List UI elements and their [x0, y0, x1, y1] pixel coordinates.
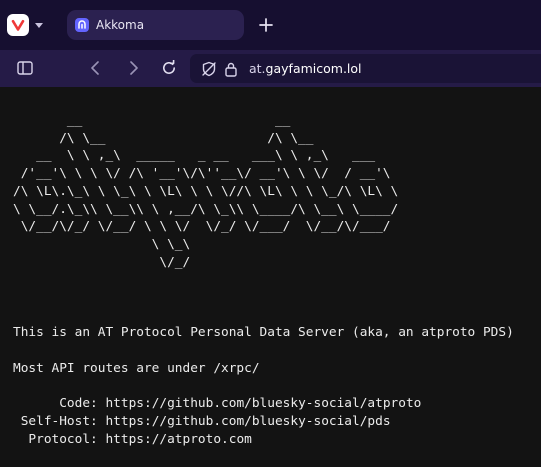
- intro-text: This is an AT Protocol Personal Data Ser…: [13, 325, 514, 341]
- shield-slash-icon: [202, 61, 216, 76]
- url-text: at.gayfamicom.lol: [249, 61, 362, 76]
- self-host-label: Self-Host:: [13, 413, 98, 429]
- tab-akkoma[interactable]: Akkoma: [67, 10, 244, 40]
- api-routes-note: Most API routes are under /xrpc/: [13, 360, 260, 376]
- tracker-blocker-button[interactable]: [200, 60, 218, 78]
- code-url: https://github.com/bluesky-social/atprot…: [105, 396, 422, 412]
- code-label: Code:: [13, 396, 98, 412]
- url-subdomain: at.: [249, 61, 266, 76]
- address-bar[interactable]: at.gayfamicom.lol: [190, 54, 541, 83]
- reload-button[interactable]: [156, 55, 182, 81]
- protocol-url: https://atproto.com: [105, 431, 252, 447]
- lock-icon: [225, 62, 237, 77]
- url-domain: gayfamicom.lol: [265, 61, 362, 76]
- protocol-label: Protocol:: [13, 431, 98, 447]
- self-host-url: https://github.com/bluesky-social/pds: [105, 413, 391, 429]
- akkoma-icon: [75, 18, 89, 32]
- tab-strip: Akkoma: [0, 0, 541, 50]
- chevron-left-icon: [91, 61, 99, 75]
- reload-icon: [163, 60, 175, 74]
- page-content: __ __ /\ \__ /\ \__ __ \ \ ,_\ _____ _ _…: [0, 87, 541, 467]
- sidebar-panel-icon: [17, 61, 33, 75]
- chevron-down-icon: [35, 22, 43, 28]
- navigation-toolbar: at.gayfamicom.lol: [0, 50, 541, 87]
- tab-title: Akkoma: [96, 18, 145, 32]
- site-info-button[interactable]: [222, 60, 240, 78]
- back-button[interactable]: [82, 55, 108, 81]
- panel-toggle-button[interactable]: [12, 55, 38, 81]
- plus-icon: [259, 18, 273, 32]
- pds-info-text: __ __ /\ \__ /\ \__ __ \ \ ,_\ _____ _ _…: [13, 112, 514, 448]
- vivaldi-logo-icon: [7, 14, 29, 36]
- new-tab-button[interactable]: [254, 13, 278, 37]
- ascii-art-banner: __ __ /\ \__ /\ \__ __ \ \ ,_\ _____ _ _…: [13, 113, 399, 270]
- browser-menu-button[interactable]: [7, 12, 55, 38]
- chevron-right-icon: [130, 61, 138, 75]
- forward-button[interactable]: [121, 55, 147, 81]
